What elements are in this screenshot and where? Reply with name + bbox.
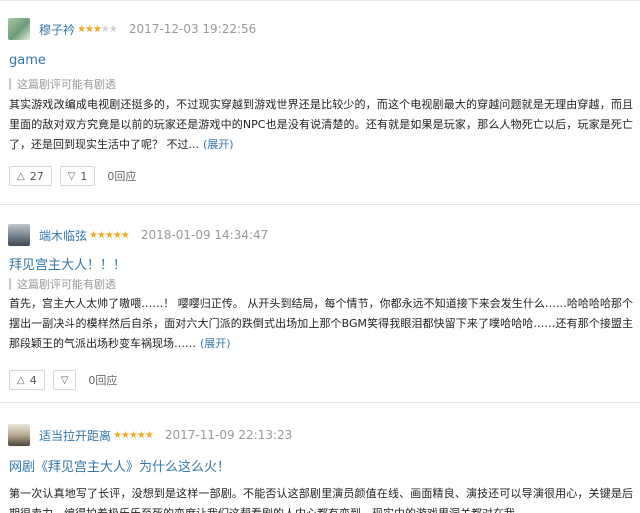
- spoiler-warning: 这篇剧评可能有剧透: [9, 276, 116, 292]
- rating-stars: ★★★★★: [89, 229, 130, 241]
- review-time: 2018-01-09 14:34:47: [140, 228, 269, 242]
- review-title[interactable]: game: [9, 53, 46, 68]
- expand-link[interactable]: (展开): [203, 138, 234, 151]
- spoiler-warning: 这篇剧评可能有剧透: [9, 76, 116, 92]
- rating-stars: ★★★★★: [77, 23, 118, 35]
- spoiler-bar: [9, 278, 11, 290]
- review-body: 首先，宫主大人太帅了嗷喂……！ 嘤嘤归正传。 从开头到结局，每个情节，你都永远不…: [9, 294, 633, 354]
- reply-count[interactable]: 0回应: [107, 168, 136, 184]
- review-author[interactable]: 适当拉开距离: [39, 427, 111, 444]
- spoiler-warning-text: 这篇剧评可能有剧透: [17, 278, 116, 291]
- reply-count[interactable]: 0回应: [88, 372, 117, 388]
- spoiler-bar: [9, 78, 11, 90]
- review-body: 其实游戏改编成电视剧还挺多的，不过现实穿越到游戏世界还是比较少的，而这个电视剧最…: [9, 95, 633, 155]
- review-author[interactable]: 穆子衿: [39, 21, 75, 38]
- triangle-up-icon: △: [17, 374, 25, 386]
- review-card: 端木临弦 ★★★★★ 2018-01-09 14:34:47 拜见宫主大人！！！…: [0, 214, 640, 402]
- upvote-button[interactable]: △ 27: [9, 166, 52, 186]
- top-divider: [0, 0, 640, 1]
- star-icon: ★★★★★: [113, 429, 154, 441]
- triangle-down-icon: ▽: [60, 374, 69, 386]
- review-header: 端木临弦 ★★★★★ 2018-01-09 14:34:47: [8, 224, 268, 246]
- review-title[interactable]: 网剧《拜见宫主大人》为什么这么火！: [9, 456, 230, 475]
- review-actions: △ 4 ▽ 0回应: [9, 370, 117, 390]
- review-divider: [0, 204, 640, 205]
- star-icon: ★★★★★: [89, 229, 130, 241]
- upvote-count: 27: [29, 169, 44, 183]
- upvote-button[interactable]: △ 4: [9, 370, 45, 390]
- review-card: 适当拉开距离 ★★★★★ 2017-11-09 22:13:23 网剧《拜见宫主…: [0, 414, 640, 513]
- downvote-count: 1: [80, 169, 88, 183]
- star-icon: ★★★: [77, 23, 102, 35]
- triangle-up-icon: △: [17, 170, 25, 182]
- review-actions: △ 27 ▽ 1 0回应: [9, 166, 136, 186]
- star-icon: ★★: [100, 23, 118, 35]
- triangle-down-icon: ▽: [67, 170, 76, 182]
- spoiler-warning-text: 这篇剧评可能有剧透: [17, 78, 116, 91]
- review-time: 2017-11-09 22:13:23: [164, 428, 293, 442]
- downvote-button[interactable]: ▽ 1: [59, 166, 96, 186]
- review-time: 2017-12-03 19:22:56: [128, 22, 257, 36]
- review-body-text: 首先，宫主大人太帅了嗷喂……！ 嘤嘤归正传。 从开头到结局，每个情节，你都永远不…: [9, 297, 633, 350]
- review-body-text: 第一次认真地写了长评，没想到是这样一部剧。不能否认这部剧里演员颜值在线、画面精良…: [9, 487, 633, 513]
- review-body: 第一次认真地写了长评，没想到是这样一部剧。不能否认这部剧里演员颜值在线、画面精良…: [9, 484, 633, 513]
- avatar[interactable]: [8, 18, 30, 40]
- review-title[interactable]: 拜见宫主大人！！！: [9, 254, 126, 273]
- avatar[interactable]: [8, 424, 30, 446]
- review-header: 适当拉开距离 ★★★★★ 2017-11-09 22:13:23: [8, 424, 292, 446]
- review-body-text: 其实游戏改编成电视剧还挺多的，不过现实穿越到游戏世界还是比较少的，而这个电视剧最…: [9, 98, 633, 151]
- review-author[interactable]: 端木临弦: [39, 227, 87, 244]
- avatar[interactable]: [8, 224, 30, 246]
- review-card: 穆子衿 ★★★★★ 2017-12-03 19:22:56 game 这篇剧评可…: [0, 8, 640, 204]
- expand-link[interactable]: (展开): [200, 337, 231, 350]
- review-divider: [0, 402, 640, 403]
- downvote-button[interactable]: ▽: [52, 370, 77, 390]
- rating-stars: ★★★★★: [113, 429, 154, 441]
- upvote-count: 4: [29, 373, 37, 387]
- review-header: 穆子衿 ★★★★★ 2017-12-03 19:22:56: [8, 18, 256, 40]
